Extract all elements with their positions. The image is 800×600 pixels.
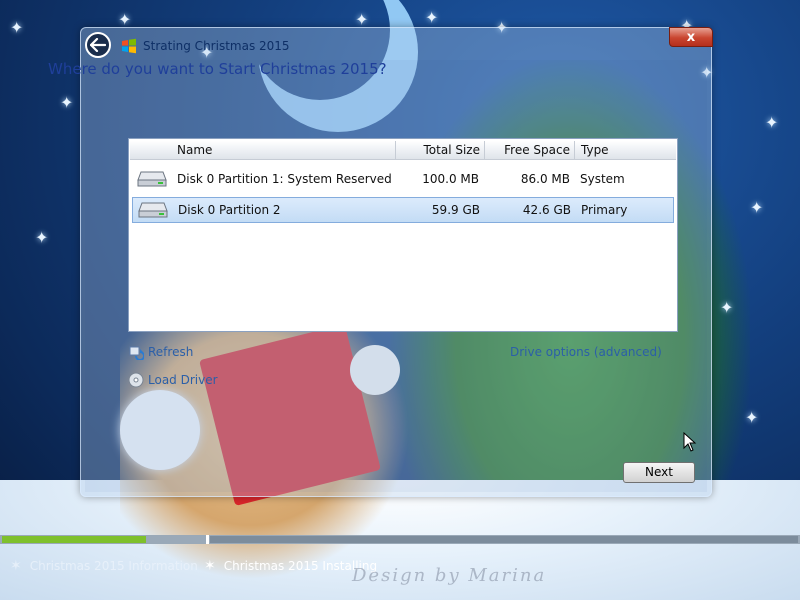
column-header-name[interactable]: Name	[130, 141, 396, 159]
star-icon: ✦	[118, 10, 132, 29]
partition-table: Name Total Size Free Space Type Disk 0 P…	[128, 138, 678, 332]
refresh-label: Refresh	[148, 345, 194, 359]
progress-separator	[206, 535, 209, 544]
watermark: Design by Marina	[352, 565, 547, 586]
step-label: Christmas 2015 Information	[29, 559, 198, 573]
star-icon: ✦	[425, 8, 439, 27]
cd-icon	[128, 372, 144, 388]
star-icon: ✦	[750, 198, 764, 217]
star-icon: ✦	[355, 10, 369, 29]
close-button[interactable]: x	[669, 27, 713, 47]
star-icon: ✦	[720, 298, 734, 317]
column-header-free-space[interactable]: Free Space	[485, 141, 575, 159]
windows-logo-icon	[122, 38, 136, 54]
progress-remaining	[210, 536, 798, 543]
partition-name: Disk 0 Partition 1: System Reserved	[177, 172, 392, 186]
table-row[interactable]: Disk 0 Partition 1: System Reserved 100.…	[132, 166, 674, 192]
partition-total-size: 59.9 GB	[431, 203, 480, 217]
drive-options-link[interactable]: Drive options (advanced)	[510, 345, 662, 359]
title-bar: Strating Christmas 2015 x	[81, 27, 713, 58]
partition-total-size: 100.0 MB	[422, 172, 479, 186]
window-title: Strating Christmas 2015	[143, 39, 290, 53]
column-header-total-size[interactable]: Total Size	[396, 141, 485, 159]
refresh-link[interactable]: Refresh	[128, 344, 193, 360]
mouse-cursor-icon	[683, 432, 697, 452]
step-star-icon: ✶	[204, 558, 216, 574]
load-driver-link[interactable]: Load Driver	[128, 372, 218, 388]
partition-free-space: 42.6 GB	[522, 203, 571, 217]
table-row-selected[interactable]: Disk 0 Partition 2 59.9 GB 42.6 GB Prima…	[132, 197, 674, 223]
star-icon: ✦	[745, 408, 759, 427]
partition-type: Primary	[581, 203, 628, 217]
step-star-icon: ✶	[10, 558, 22, 574]
page-heading: Where do you want to Start Christmas 201…	[48, 60, 387, 78]
back-arrow-icon	[90, 38, 106, 52]
star-icon: ✦	[10, 18, 24, 37]
setup-progress-bar	[0, 535, 800, 544]
star-icon: ✦	[60, 93, 74, 112]
partition-type: System	[580, 172, 625, 186]
load-driver-label: Load Driver	[148, 373, 218, 387]
hard-disk-icon	[137, 171, 167, 187]
table-header: Name Total Size Free Space Type	[130, 141, 676, 160]
star-icon: ✦	[765, 113, 779, 132]
hard-disk-icon	[138, 202, 168, 218]
back-button[interactable]	[85, 32, 111, 58]
refresh-icon	[129, 346, 144, 360]
step-information: ✶ Christmas 2015 Information	[10, 558, 198, 574]
progress-fill	[2, 536, 146, 543]
partition-free-space: 86.0 MB	[520, 172, 570, 186]
star-icon: ✦	[35, 228, 49, 247]
partition-name: Disk 0 Partition 2	[178, 203, 281, 217]
drive-options-label: Drive options (advanced)	[510, 345, 662, 359]
column-header-type[interactable]: Type	[575, 141, 676, 159]
next-button[interactable]: Next	[623, 462, 695, 483]
